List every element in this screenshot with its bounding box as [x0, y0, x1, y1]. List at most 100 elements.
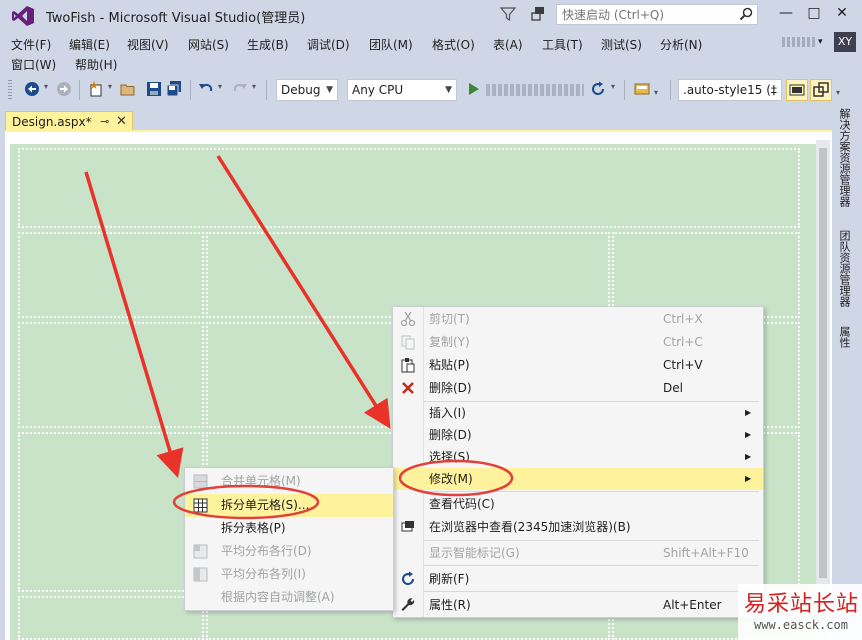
- visual-aids-toggle[interactable]: [810, 79, 832, 101]
- submenu-item-split-cell[interactable]: 拆分单元格(S)...: [185, 494, 393, 517]
- menu-separator: [423, 565, 759, 566]
- standard-toolbar: ▾ ▾ ▾ ▾ Debug ▼ Any CPU ▼ ▾ ▾ .auto-styl…: [0, 76, 862, 104]
- tab-properties[interactable]: 属性: [836, 326, 852, 348]
- close-window-button[interactable]: ✕: [830, 4, 854, 24]
- table-cell[interactable]: [18, 432, 204, 592]
- menu-item-label: 复制(Y): [429, 335, 470, 349]
- configuration-select[interactable]: Debug ▼: [276, 79, 338, 101]
- chevron-down-icon[interactable]: ▾: [252, 82, 256, 91]
- tab-team-explorer[interactable]: 团队资源管理器: [836, 230, 852, 307]
- chevron-down-icon[interactable]: ▾: [654, 88, 658, 97]
- undo-icon[interactable]: [198, 81, 214, 97]
- menu-debug[interactable]: 调试(D): [307, 34, 350, 55]
- navigate-back-icon[interactable]: [24, 81, 40, 97]
- refresh-icon: [402, 571, 415, 586]
- browser-link-icon[interactable]: [634, 81, 650, 97]
- redo-icon[interactable]: [232, 81, 248, 97]
- chevron-down-icon: ▼: [445, 85, 452, 95]
- platform-select[interactable]: Any CPU ▼: [347, 79, 457, 101]
- browser-view-icon: [401, 521, 414, 532]
- browser-target-redacted[interactable]: [486, 84, 584, 96]
- save-all-icon[interactable]: [166, 81, 182, 97]
- menu-item-cut[interactable]: 剪切(T) Ctrl+X: [393, 308, 763, 330]
- menu-analyze[interactable]: 分析(N): [660, 34, 702, 55]
- chevron-down-icon[interactable]: ▾: [108, 82, 112, 91]
- menu-item-delete-sub[interactable]: 删除(D) ▶: [393, 424, 763, 446]
- menu-window[interactable]: 窗口(W): [11, 54, 56, 75]
- menu-format[interactable]: 格式(O): [432, 34, 475, 55]
- menu-item-label: 删除(D): [429, 428, 472, 442]
- navigate-forward-icon[interactable]: [56, 81, 72, 97]
- chevron-down-icon[interactable]: ▾: [611, 82, 615, 91]
- submenu-item-split-table[interactable]: 拆分表格(P): [185, 517, 393, 540]
- submenu-item-distribute-rows[interactable]: 平均分布各行(D): [185, 540, 393, 563]
- submenu-item-autofit[interactable]: 根据内容自动调整(A): [185, 586, 393, 609]
- table-cell[interactable]: [18, 148, 800, 228]
- submenu-item-distribute-columns[interactable]: 平均分布各列(I): [185, 563, 393, 586]
- search-icon[interactable]: [739, 7, 753, 21]
- menu-item-refresh[interactable]: 刷新(F): [393, 568, 763, 590]
- refresh-browser-icon[interactable]: [590, 81, 606, 97]
- quick-launch-box[interactable]: [556, 4, 758, 25]
- user-name-redacted[interactable]: [782, 37, 816, 47]
- table-cell[interactable]: [18, 232, 204, 318]
- menu-item-paste[interactable]: 粘贴(P) Ctrl+V: [393, 354, 763, 376]
- menu-item-select[interactable]: 选择(S) ▶: [393, 446, 763, 468]
- table-cell[interactable]: [18, 322, 204, 428]
- menu-item-modify[interactable]: 修改(M) ▶: [393, 468, 763, 490]
- new-project-icon[interactable]: [88, 81, 104, 97]
- toolbar-separator: [670, 80, 671, 100]
- menu-item-delete[interactable]: 删除(D) Del: [393, 377, 763, 399]
- pin-icon[interactable]: ⊸: [100, 115, 109, 128]
- quick-launch-input[interactable]: [557, 5, 735, 24]
- menu-separator: [423, 491, 759, 492]
- menu-table[interactable]: 表(A): [493, 34, 523, 55]
- menu-file[interactable]: 文件(F): [11, 34, 51, 55]
- chevron-down-icon[interactable]: ▾: [836, 88, 840, 97]
- table-cell[interactable]: [18, 596, 204, 640]
- open-folder-icon[interactable]: [120, 81, 136, 97]
- menu-edit[interactable]: 编辑(E): [69, 34, 110, 55]
- menu-item-insert[interactable]: 插入(I) ▶: [393, 402, 763, 424]
- save-icon[interactable]: [146, 81, 162, 97]
- start-debugging-icon[interactable]: [466, 81, 482, 97]
- menu-tools[interactable]: 工具(T): [542, 34, 583, 55]
- tab-title: Design.aspx*: [12, 115, 92, 129]
- toolbar-separator: [190, 80, 191, 100]
- menu-help[interactable]: 帮助(H): [75, 54, 117, 75]
- avatar[interactable]: XY: [834, 32, 856, 52]
- menu-item-copy[interactable]: 复制(Y) Ctrl+C: [393, 331, 763, 353]
- block-selection-toggle[interactable]: [786, 79, 808, 101]
- menu-view[interactable]: 视图(V): [127, 34, 169, 55]
- menu-build[interactable]: 生成(B): [247, 34, 289, 55]
- toolbar-separator: [266, 80, 267, 100]
- submenu-item-label: 拆分单元格(S)...: [221, 498, 310, 512]
- feedback-icon[interactable]: [530, 5, 548, 23]
- tab-solution-explorer[interactable]: 解决方案资源管理器: [836, 108, 852, 207]
- filter-icon[interactable]: [500, 6, 516, 22]
- submenu-item-label: 拆分表格(P): [221, 521, 286, 535]
- menu-item-label: 删除(D): [429, 381, 472, 395]
- style-applied-select[interactable]: .auto-style15 (‡: [678, 79, 782, 101]
- scrollbar-thumb[interactable]: [819, 148, 827, 578]
- menu-website[interactable]: 网站(S): [188, 34, 229, 55]
- minimize-button[interactable]: —: [774, 4, 798, 24]
- toolbar-grip[interactable]: [8, 80, 12, 100]
- menu-team[interactable]: 团队(M): [369, 34, 413, 55]
- submenu-item-label: 合并单元格(M): [221, 474, 301, 488]
- maximize-button[interactable]: □: [802, 4, 826, 24]
- menu-item-view-in-browser[interactable]: 在浏览器中查看(2345加速浏览器)(B): [393, 516, 763, 538]
- menu-test[interactable]: 测试(S): [601, 34, 642, 55]
- menu-item-shortcut: Ctrl+C: [663, 335, 703, 349]
- context-menu: 剪切(T) Ctrl+X 复制(Y) Ctrl+C 粘贴(P) Ctrl+V 删…: [392, 306, 764, 618]
- menu-item-properties[interactable]: 属性(R) Alt+Enter: [393, 594, 763, 616]
- submenu-item-merge-cells[interactable]: 合并单元格(M): [185, 470, 393, 493]
- chevron-down-icon[interactable]: ▾: [44, 82, 48, 91]
- chevron-down-icon[interactable]: ▾: [818, 37, 823, 47]
- chevron-down-icon[interactable]: ▾: [218, 82, 222, 91]
- menu-item-show-smart-tag[interactable]: 显示智能标记(G) Shift+Alt+F10: [393, 542, 763, 564]
- menu-item-view-code[interactable]: 查看代码(C): [393, 493, 763, 515]
- menu-item-shortcut: Del: [663, 381, 683, 395]
- close-tab-icon[interactable]: ✕: [116, 114, 127, 129]
- submenu-arrow-icon: ▶: [745, 474, 752, 483]
